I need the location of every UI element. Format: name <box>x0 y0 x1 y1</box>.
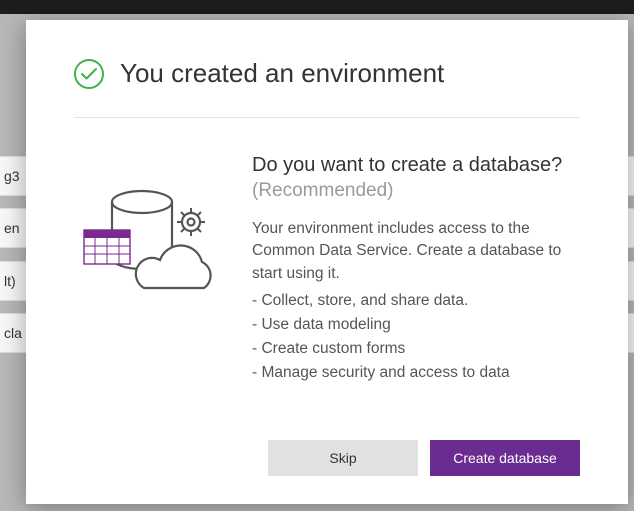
dialog-content: Do you want to create a database? (Recom… <box>74 152 580 385</box>
create-database-dialog: You created an environment <box>26 20 628 504</box>
list-item: - Collect, store, and share data. <box>252 289 580 313</box>
dialog-bullets: - Collect, store, and share data. - Use … <box>252 289 580 385</box>
recommended-label: (Recommended) <box>252 180 580 202</box>
list-item: - Manage security and access to data <box>252 361 580 385</box>
dialog-question: Do you want to create a database? <box>252 152 580 178</box>
list-item: - Create custom forms <box>252 337 580 361</box>
skip-button[interactable]: Skip <box>268 440 418 476</box>
dialog-description: Your environment includes access to the … <box>252 218 580 285</box>
database-illustration <box>74 152 238 385</box>
dialog-footer: Skip Create database <box>268 440 580 476</box>
create-database-button[interactable]: Create database <box>430 440 580 476</box>
dialog-text-column: Do you want to create a database? (Recom… <box>252 152 580 385</box>
header-bar <box>0 0 634 14</box>
dialog-title: You created an environment <box>120 58 444 89</box>
divider <box>74 117 580 118</box>
success-check-icon <box>74 59 104 89</box>
dialog-title-row: You created an environment <box>74 58 580 89</box>
list-item: - Use data modeling <box>252 313 580 337</box>
